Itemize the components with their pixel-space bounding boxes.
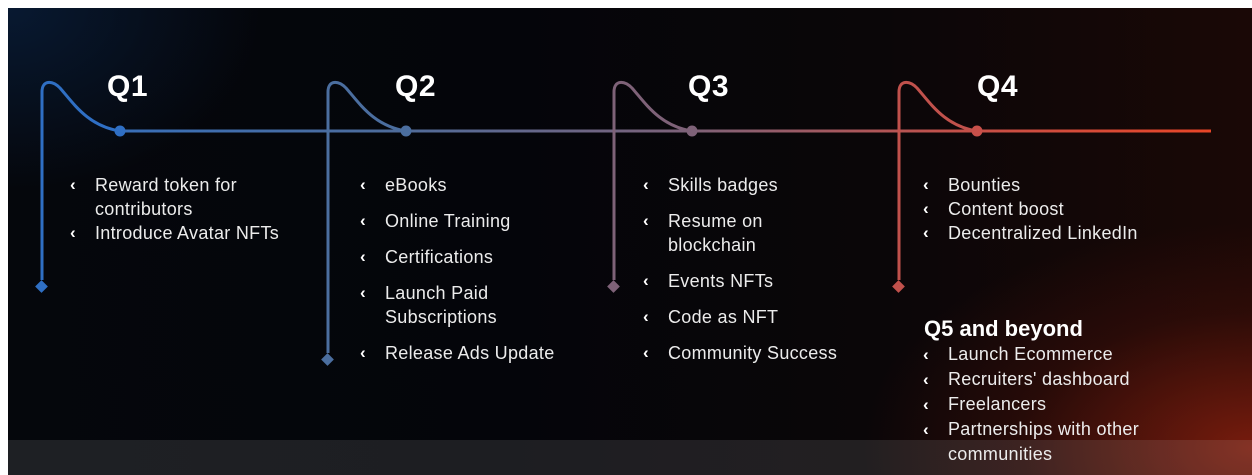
chevron-left-icon: ‹: [360, 283, 366, 302]
q2-item-list: ‹ eBooks ‹ Online Training ‹ Certifications…: [358, 173, 598, 377]
list-item: ‹ Skills badges: [641, 173, 881, 197]
list-item: ‹ Code as NFT: [641, 305, 881, 329]
q3-item-list: ‹ Skills badges ‹ Resume on blockchain ‹ Ev…: [641, 173, 881, 377]
chevron-left-icon: ‹: [643, 211, 649, 230]
list-item-label: Bounties: [948, 175, 1021, 195]
list-item-label: Decentralized LinkedIn: [948, 223, 1138, 243]
q2-label: Q2: [395, 70, 437, 103]
chevron-left-icon: ‹: [923, 370, 929, 389]
chevron-left-icon: ‹: [360, 175, 366, 194]
list-item-label: Introduce Avatar NFTs: [95, 223, 280, 243]
chevron-left-icon: ‹: [360, 211, 366, 230]
list-item-label: Launch Ecommerce: [948, 344, 1113, 364]
list-item: ‹ Resume on blockchain: [641, 209, 818, 257]
chevron-left-icon: ‹: [70, 223, 76, 242]
list-item-label: Content boost: [948, 199, 1064, 219]
list-item-label: Freelancers: [948, 394, 1047, 414]
q2-milestone-dot: [400, 125, 412, 137]
list-item-label: Online Training: [385, 211, 511, 231]
q3-label: Q3: [688, 70, 730, 103]
q2-end-diamond: [321, 353, 334, 366]
list-item: ‹ Certifications: [358, 245, 598, 269]
q3-milestone-dot: [686, 125, 698, 137]
chevron-left-icon: ‹: [643, 343, 649, 362]
list-item: ‹ Launch Ecommerce: [921, 342, 1211, 367]
list-item-label: eBooks: [385, 175, 447, 195]
chevron-left-icon: ‹: [923, 395, 929, 414]
chevron-left-icon: ‹: [360, 343, 366, 362]
list-item-label: Release Ads Update: [385, 343, 555, 363]
chevron-left-icon: ‹: [923, 345, 929, 364]
chevron-left-icon: ‹: [643, 271, 649, 290]
q4-end-diamond: [892, 280, 905, 293]
list-item-label: Reward token for contributors: [95, 175, 237, 219]
list-item-label: Recruiters' dashboard: [948, 369, 1130, 389]
list-item-label: Code as NFT: [668, 307, 779, 327]
list-item: ‹ Freelancers: [921, 392, 1211, 417]
list-item-label: Launch Paid Subscriptions: [385, 283, 497, 327]
chevron-left-icon: ‹: [923, 199, 929, 218]
q1-end-diamond: [35, 280, 48, 293]
list-item: ‹ eBooks: [358, 173, 598, 197]
list-item-label: Events NFTs: [668, 271, 774, 291]
chevron-left-icon: ‹: [360, 247, 366, 266]
list-item: ‹ Bounties: [921, 173, 1201, 197]
chevron-left-icon: ‹: [643, 307, 649, 326]
chevron-left-icon: ‹: [643, 175, 649, 194]
list-item: ‹ Reward token for contributors: [68, 173, 318, 221]
q1-label: Q1: [107, 70, 149, 103]
chevron-left-icon: ‹: [923, 223, 929, 242]
q4-milestone-dot: [971, 125, 983, 137]
list-item: ‹ Community Success: [641, 341, 881, 365]
list-item: ‹ Decentralized LinkedIn: [921, 221, 1201, 245]
list-item: ‹ Introduce Avatar NFTs: [68, 221, 318, 245]
list-item: ‹ Partnerships with other communities: [921, 417, 1208, 467]
list-item: ‹ Release Ads Update: [358, 341, 598, 365]
roadmap-canvas: Q1 Q2 Q3 Q4 ‹ Reward token for contributo…: [8, 8, 1252, 475]
list-item: ‹ Online Training: [358, 209, 598, 233]
list-item-label: Resume on blockchain: [668, 211, 763, 255]
list-item: ‹ Events NFTs: [641, 269, 881, 293]
list-item-label: Partnerships with other communities: [948, 419, 1139, 464]
q1-milestone-dot: [114, 125, 126, 137]
chevron-left-icon: ‹: [70, 175, 76, 194]
q1-item-list: ‹ Reward token for contributors ‹ Introduc…: [68, 173, 318, 245]
q5-item-list: ‹ Launch Ecommerce ‹ Recruiters' dashboard…: [921, 342, 1211, 467]
list-item: ‹ Content boost: [921, 197, 1201, 221]
q4-item-list: ‹ Bounties ‹ Content boost ‹ Decentralized …: [921, 173, 1201, 245]
q3-end-diamond: [607, 280, 620, 293]
q4-label: Q4: [977, 70, 1019, 103]
list-item-label: Community Success: [668, 343, 838, 363]
list-item-label: Certifications: [385, 247, 494, 267]
q5-title: Q5 and beyond: [924, 316, 1083, 341]
chevron-left-icon: ‹: [923, 175, 929, 194]
list-item-label: Skills badges: [668, 175, 778, 195]
list-item: ‹ Launch Paid Subscriptions: [358, 281, 545, 329]
chevron-left-icon: ‹: [923, 420, 929, 439]
list-item: ‹ Recruiters' dashboard: [921, 367, 1211, 392]
